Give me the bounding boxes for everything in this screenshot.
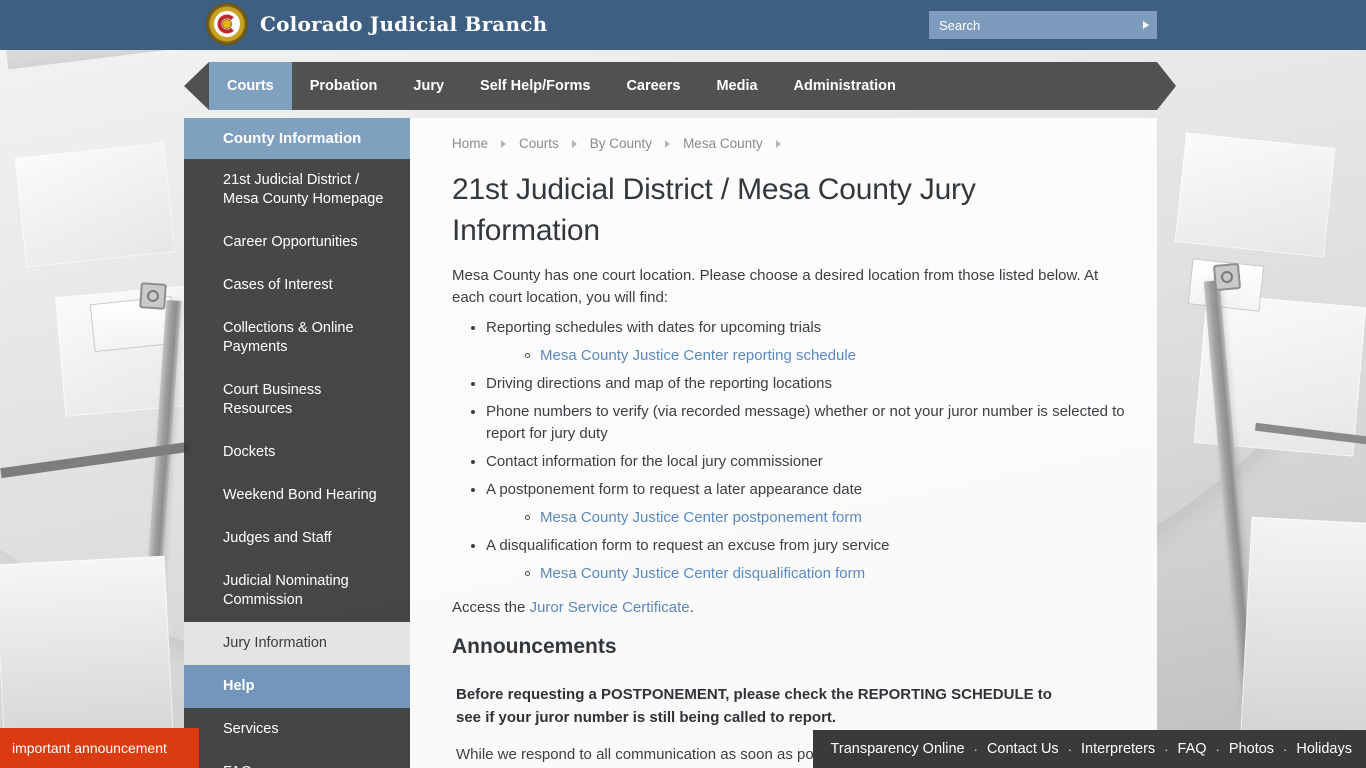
link-mesa-county-justice-center-postponement-form[interactable]: Mesa County Justice Center postponement … — [540, 509, 862, 526]
sidebar-item-help[interactable]: Help — [184, 665, 410, 708]
breadcrumb-item-mesa-county[interactable]: Mesa County — [683, 136, 763, 151]
feature-list-item-text: Phone numbers to verify (via recorded me… — [486, 403, 1125, 442]
feature-sublist-item: Mesa County Justice Center reporting sch… — [523, 345, 1127, 367]
footer-separator: · — [1164, 741, 1169, 757]
breadcrumb-item-home[interactable]: Home — [452, 136, 488, 151]
column-bracket-left — [139, 282, 167, 310]
page-title: 21st Judicial District / Mesa County Jur… — [452, 173, 976, 247]
content-panel: Home Courts By County Mesa County 21st Judi… — [410, 118, 1157, 768]
feature-list-item: Driving directions and map of the report… — [468, 373, 1127, 395]
feature-list-item: A disqualification form to request an ex… — [468, 535, 1127, 585]
column-bracket-right — [1212, 262, 1242, 292]
sidebar-item-dockets[interactable]: Dockets — [184, 431, 410, 474]
announcement-body-part-1: While we respond to all communication as… — [456, 746, 857, 763]
sidebar-item-county-information[interactable]: County Information — [184, 118, 410, 159]
site-header: Colorado Judicial Branch — [0, 0, 1366, 50]
footer-separator: · — [1067, 741, 1073, 757]
nav-items: Courts Probation Jury Self Help/Forms Career… — [209, 62, 1157, 110]
footer-link-interpreters[interactable]: Interpreters — [1081, 741, 1155, 757]
nav-item-media[interactable]: Media — [698, 62, 775, 110]
breadcrumb-separator-icon — [501, 139, 507, 148]
link-mesa-county-justice-center-reporting-schedule[interactable]: Mesa County Justice Center reporting sch… — [540, 347, 856, 364]
feature-sublist: Mesa County Justice Center postponement … — [486, 507, 1127, 529]
sidebar-item-cases-of-interest[interactable]: Cases of Interest — [184, 264, 410, 307]
main-navigation: Courts Probation Jury Self Help/Forms Career… — [184, 62, 1176, 110]
feature-list-item: Contact information for the local jury c… — [468, 451, 1127, 473]
nav-item-self-help-forms[interactable]: Self Help/Forms — [462, 62, 608, 110]
sidebar-item-weekend-bond-hearing[interactable]: Weekend Bond Hearing — [184, 474, 410, 517]
sidebar-item-judges-and-staff[interactable]: Judges and Staff — [184, 517, 410, 560]
sidebar-item-court-business-resources[interactable]: Court Business Resources — [184, 369, 410, 431]
sidebar-item-jury-information[interactable]: Jury Information — [184, 622, 410, 665]
nav-item-probation[interactable]: Probation — [292, 62, 396, 110]
announcement-bold-text: Before requesting a POSTPONEMENT, please… — [456, 686, 1052, 726]
juror-certificate-line: Access the Juror Service Certificate. — [410, 597, 1157, 619]
sidebar-item-faqs[interactable]: FAQs — [184, 751, 410, 768]
site-title: Colorado Judicial Branch — [260, 12, 548, 36]
sidebar-item-21st-judicial-district-mesa-county-homepage[interactable]: 21st Judicial District / Mesa County Hom… — [184, 159, 410, 221]
breadcrumb-separator-icon — [665, 139, 671, 148]
nav-item-jury[interactable]: Jury — [395, 62, 462, 110]
sidebar-item-career-opportunities[interactable]: Career Opportunities — [184, 221, 410, 264]
feature-list-item-text: A disqualification form to request an ex… — [486, 537, 890, 554]
footer-link-faq[interactable]: FAQ — [1178, 741, 1207, 757]
sidebar-item-services[interactable]: Services — [184, 708, 410, 751]
arrow-right-icon — [1143, 21, 1149, 29]
announcements-heading: Announcements — [452, 635, 617, 658]
juror-service-certificate-link[interactable]: Juror Service Certificate — [530, 599, 690, 616]
search-input[interactable] — [929, 12, 1135, 38]
feature-list-item-text: A postponement form to request a later a… — [486, 481, 863, 498]
nav-item-administration[interactable]: Administration — [776, 62, 914, 110]
breadcrumb-item-by-county[interactable]: By County — [590, 136, 652, 151]
breadcrumb-item-courts[interactable]: Courts — [519, 136, 559, 151]
nav-item-careers[interactable]: Careers — [608, 62, 698, 110]
sidebar-navigation: County Information 21st Judicial District… — [184, 118, 410, 768]
seal-center-dot — [223, 20, 231, 28]
feature-list-item-text: Driving directions and map of the report… — [486, 375, 833, 392]
footer-separator: · — [973, 741, 978, 757]
ceiling-panel-3 — [1174, 132, 1336, 258]
feature-list: Reporting schedules with dates for upcom… — [410, 317, 1157, 585]
feature-sublist-item: Mesa County Justice Center postponement … — [523, 507, 1127, 529]
feature-list-item: A postponement form to request a later a… — [468, 479, 1127, 529]
breadcrumb-separator-icon — [775, 139, 781, 148]
access-prefix: Access the — [452, 599, 530, 616]
feature-sublist: Mesa County Justice Center disqualificat… — [486, 563, 1127, 585]
nav-right-arrow-cap — [1157, 62, 1176, 110]
sidebar-item-collections-online-payments[interactable]: Collections & Online Payments — [184, 307, 410, 369]
intro-paragraph: Mesa County has one court location. Plea… — [452, 267, 1099, 306]
footer-link-photos[interactable]: Photos — [1229, 741, 1274, 757]
feature-list-item: Reporting schedules with dates for upcom… — [468, 317, 1127, 367]
brand[interactable]: Colorado Judicial Branch — [207, 4, 547, 44]
feature-list-item: Phone numbers to verify (via recorded me… — [468, 401, 1127, 445]
feature-list-item-text: Contact information for the local jury c… — [486, 453, 823, 470]
ceiling-panel-1 — [14, 142, 176, 268]
footer-link-holidays[interactable]: Holidays — [1296, 741, 1352, 757]
breadcrumb-separator-icon — [571, 139, 577, 148]
important-announcement-banner[interactable]: important announcement — [0, 728, 199, 768]
breadcrumb: Home Courts By County Mesa County — [410, 118, 1157, 151]
search-box[interactable] — [929, 11, 1157, 39]
footer-separator: · — [1283, 741, 1288, 757]
nav-left-arrow-cap — [184, 62, 209, 110]
feature-sublist: Mesa County Justice Center reporting sch… — [486, 345, 1127, 367]
nav-item-courts[interactable]: Courts — [209, 62, 292, 110]
colorado-courts-seal-icon — [207, 4, 247, 44]
feature-list-item-text: Reporting schedules with dates for upcom… — [486, 319, 822, 336]
link-mesa-county-justice-center-disqualification-form[interactable]: Mesa County Justice Center disqualificat… — [540, 565, 865, 582]
footer-link-contact-us[interactable]: Contact Us — [987, 741, 1059, 757]
sidebar-item-judicial-nominating-commission[interactable]: Judicial Nominating Commission — [184, 560, 410, 622]
feature-sublist-item: Mesa County Justice Center disqualificat… — [523, 563, 1127, 585]
footer-links-bar: Transparency Online · Contact Us · Interpret… — [812, 730, 1366, 768]
footer-separator: · — [1215, 741, 1220, 757]
search-submit-button[interactable] — [1135, 12, 1157, 38]
footer-link-transparency-online[interactable]: Transparency Online — [831, 741, 965, 757]
access-suffix: . — [689, 599, 694, 616]
